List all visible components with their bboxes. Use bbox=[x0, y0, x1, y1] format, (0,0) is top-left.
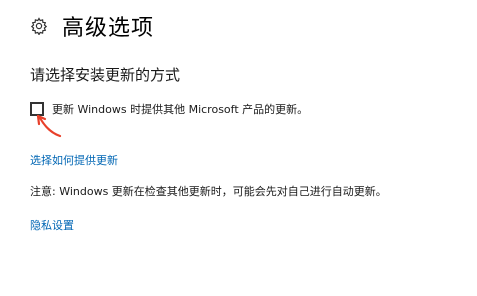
section-title: 请选择安装更新的方式 bbox=[30, 66, 181, 84]
privacy-settings-link[interactable]: 隐私设置 bbox=[30, 217, 74, 233]
notice-text: 注意: Windows 更新在检查其他更新时，可能会先对自己进行自动更新。 bbox=[30, 185, 387, 198]
gear-icon bbox=[30, 17, 48, 35]
page-title: 高级选项 bbox=[62, 16, 155, 41]
other-products-checkbox[interactable] bbox=[30, 102, 44, 116]
choose-update-delivery-link[interactable]: 选择如何提供更新 bbox=[30, 152, 118, 168]
other-products-label[interactable]: 更新 Windows 时提供其他 Microsoft 产品的更新。 bbox=[52, 101, 308, 117]
other-products-option[interactable]: 更新 Windows 时提供其他 Microsoft 产品的更新。 bbox=[30, 101, 308, 117]
page-header: 高级选项 bbox=[30, 10, 154, 42]
